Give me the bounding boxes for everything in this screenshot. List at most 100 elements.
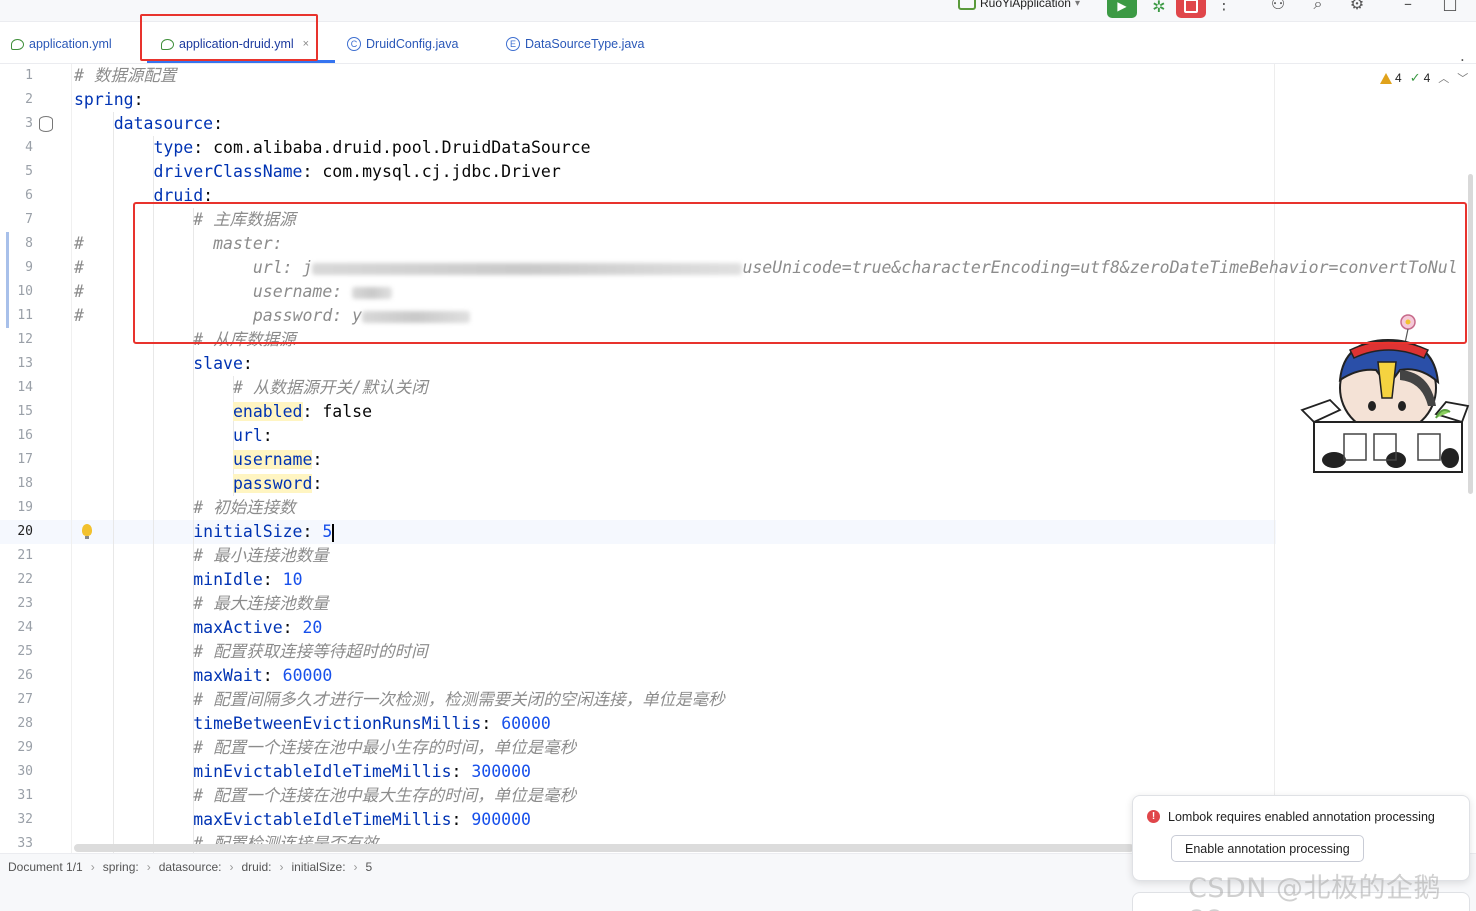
- active-tab-indicator: [147, 60, 335, 63]
- comment-hash: #: [74, 282, 84, 301]
- code-line-1: # 数据源配置: [74, 64, 176, 88]
- horizontal-scrollbar[interactable]: [74, 844, 1134, 852]
- line-number: 1: [25, 68, 33, 83]
- code-line-10: # username:: [74, 280, 393, 304]
- line-number: 9: [25, 260, 33, 275]
- line-number: 7: [25, 212, 33, 227]
- warning-count[interactable]: 4: [1380, 71, 1402, 85]
- breadcrumb-separator-icon: ›: [353, 859, 358, 874]
- code-line-24: maxActive: 20: [193, 618, 323, 637]
- search-icon[interactable]: ⌕: [1308, 0, 1328, 14]
- breadcrumb-item[interactable]: spring:: [103, 860, 139, 874]
- line-number: 11: [17, 308, 33, 323]
- database-icon[interactable]: [39, 116, 53, 132]
- yaml-key: timeBetweenEvictionRunsMillis: [193, 714, 482, 733]
- gear-icon[interactable]: ⚙: [1347, 0, 1367, 13]
- yaml-value: 20: [302, 618, 323, 637]
- tab-datasourcetype-java[interactable]: E DataSourceType.java: [506, 32, 645, 56]
- code-line-7: # 主库数据源: [74, 208, 296, 232]
- line-number: 12: [17, 332, 33, 347]
- yaml-value: 300000: [471, 762, 531, 781]
- breadcrumb-item[interactable]: initialSize:: [292, 860, 346, 874]
- comment: url: j: [252, 258, 313, 277]
- enable-annotation-processing-button[interactable]: Enable annotation processing: [1171, 835, 1364, 862]
- yaml-value: false: [322, 402, 373, 421]
- tab-label: application.yml: [29, 37, 112, 51]
- code-line-8: # master:: [74, 232, 283, 256]
- chevron-down-icon: ▾: [1074, 0, 1080, 9]
- line-number: 15: [17, 404, 33, 419]
- comment: # 配置间隔多久才进行一次检测，检测需要关闭的空闲连接，单位是毫秒: [193, 690, 725, 709]
- yaml-key: druid: [153, 186, 204, 205]
- spring-boot-icon: [958, 0, 976, 10]
- add-user-icon[interactable]: ⚇: [1268, 0, 1288, 13]
- tab-druidconfig-java[interactable]: C DruidConfig.java: [347, 32, 458, 56]
- code-line-5: driverClassName: com.mysql.cj.jdbc.Drive…: [153, 162, 561, 181]
- yaml-key: minEvictableIdleTimeMillis: [193, 762, 452, 781]
- stop-button[interactable]: [1176, 0, 1206, 18]
- close-icon[interactable]: ×: [303, 38, 309, 50]
- watermark: CSDN @北极的企鹅88: [1188, 873, 1442, 911]
- chevron-down-icon[interactable]: ﹀: [1457, 70, 1468, 86]
- debug-button[interactable]: ✲: [1144, 0, 1174, 18]
- code-line-22: minIdle: 10: [193, 570, 303, 589]
- line-number: 26: [17, 668, 33, 683]
- editor-tabs: application.yml application-druid.yml × …: [0, 22, 1476, 74]
- breadcrumb-item[interactable]: datasource:: [159, 860, 222, 874]
- line-number: 17: [17, 452, 33, 467]
- line-number: 25: [17, 644, 33, 659]
- yaml-value: 5: [322, 522, 333, 541]
- yaml-value: 900000: [471, 810, 531, 829]
- code-line-26: maxWait: 60000: [193, 666, 333, 685]
- check-count[interactable]: ✓ 4: [1410, 70, 1431, 86]
- run-button[interactable]: ▶: [1107, 0, 1137, 18]
- breadcrumb-item[interactable]: 5: [366, 860, 373, 874]
- yaml-key: url: [232, 426, 263, 445]
- code-line-16: url:: [232, 426, 273, 445]
- yaml-file-icon: [11, 38, 24, 50]
- yaml-key: initialSize: [193, 522, 303, 541]
- document-indicator: Document 1/1: [8, 859, 83, 874]
- comment: username:: [252, 282, 343, 301]
- code-line-28: timeBetweenEvictionRunsMillis: 60000: [193, 714, 551, 733]
- debug-icon: ✲: [1152, 0, 1166, 16]
- maximize-icon[interactable]: □: [1440, 0, 1460, 13]
- code-editor[interactable]: 1 2 3 4 5 6 7 8 9 10 11 12 13 14 15 16 17 18 19 20 21 22 23 24 2…: [0, 64, 1476, 853]
- code-line-3: datasource:: [113, 114, 224, 133]
- line-number: 32: [17, 812, 33, 827]
- more-actions-icon[interactable]: ⋮: [1214, 0, 1234, 13]
- breadcrumb-item[interactable]: druid:: [241, 860, 271, 874]
- inspection-widget[interactable]: 4 ✓ 4 ︿ ﹀: [1380, 70, 1468, 86]
- mascot-sticker-icon: [1300, 314, 1470, 473]
- yaml-value: 10: [282, 570, 303, 589]
- code-line-20: initialSize: 5: [193, 522, 335, 542]
- code-line-31: # 配置一个连接在池中最大生存的时间，单位是毫秒: [74, 784, 576, 808]
- run-configuration-selector[interactable]: RuoYiApplication ▾: [958, 0, 1080, 10]
- comment: # 数据源配置: [74, 66, 177, 85]
- code-line-29: # 配置一个连接在池中最小生存的时间，单位是毫秒: [74, 736, 576, 760]
- tab-application-druid-yml[interactable]: application-druid.yml ×: [161, 32, 309, 56]
- line-number: 27: [17, 692, 33, 707]
- comment: # 主库数据源: [193, 210, 296, 229]
- run-config-label: RuoYiApplication: [980, 0, 1071, 10]
- yaml-key: driverClassName: [153, 162, 303, 181]
- yaml-key: maxWait: [193, 666, 263, 685]
- comment: password: y: [252, 306, 363, 325]
- chevron-up-icon[interactable]: ︿: [1438, 70, 1449, 86]
- line-number: 10: [17, 284, 33, 299]
- code-line-11: # password: y: [74, 304, 471, 328]
- code-line-30: minEvictableIdleTimeMillis: 300000: [193, 762, 531, 781]
- breadcrumb-separator-icon: ›: [146, 859, 151, 874]
- code-line-2: spring:: [74, 90, 144, 109]
- line-number: 21: [17, 548, 33, 563]
- comment: # 初始连接数: [193, 498, 296, 517]
- code-line-14: # 从数据源开关/默认关闭: [74, 376, 428, 400]
- minimize-icon[interactable]: –: [1398, 0, 1418, 13]
- tab-label: DataSourceType.java: [525, 37, 645, 51]
- breadcrumb-separator-icon: ›: [229, 859, 234, 874]
- line-number: 31: [17, 788, 33, 803]
- tab-application-yml[interactable]: application.yml: [11, 32, 112, 56]
- yaml-file-icon: [161, 38, 174, 50]
- comment: useUnicode=true&characterEncoding=utf8&z…: [742, 258, 1458, 277]
- line-number: 23: [17, 596, 33, 611]
